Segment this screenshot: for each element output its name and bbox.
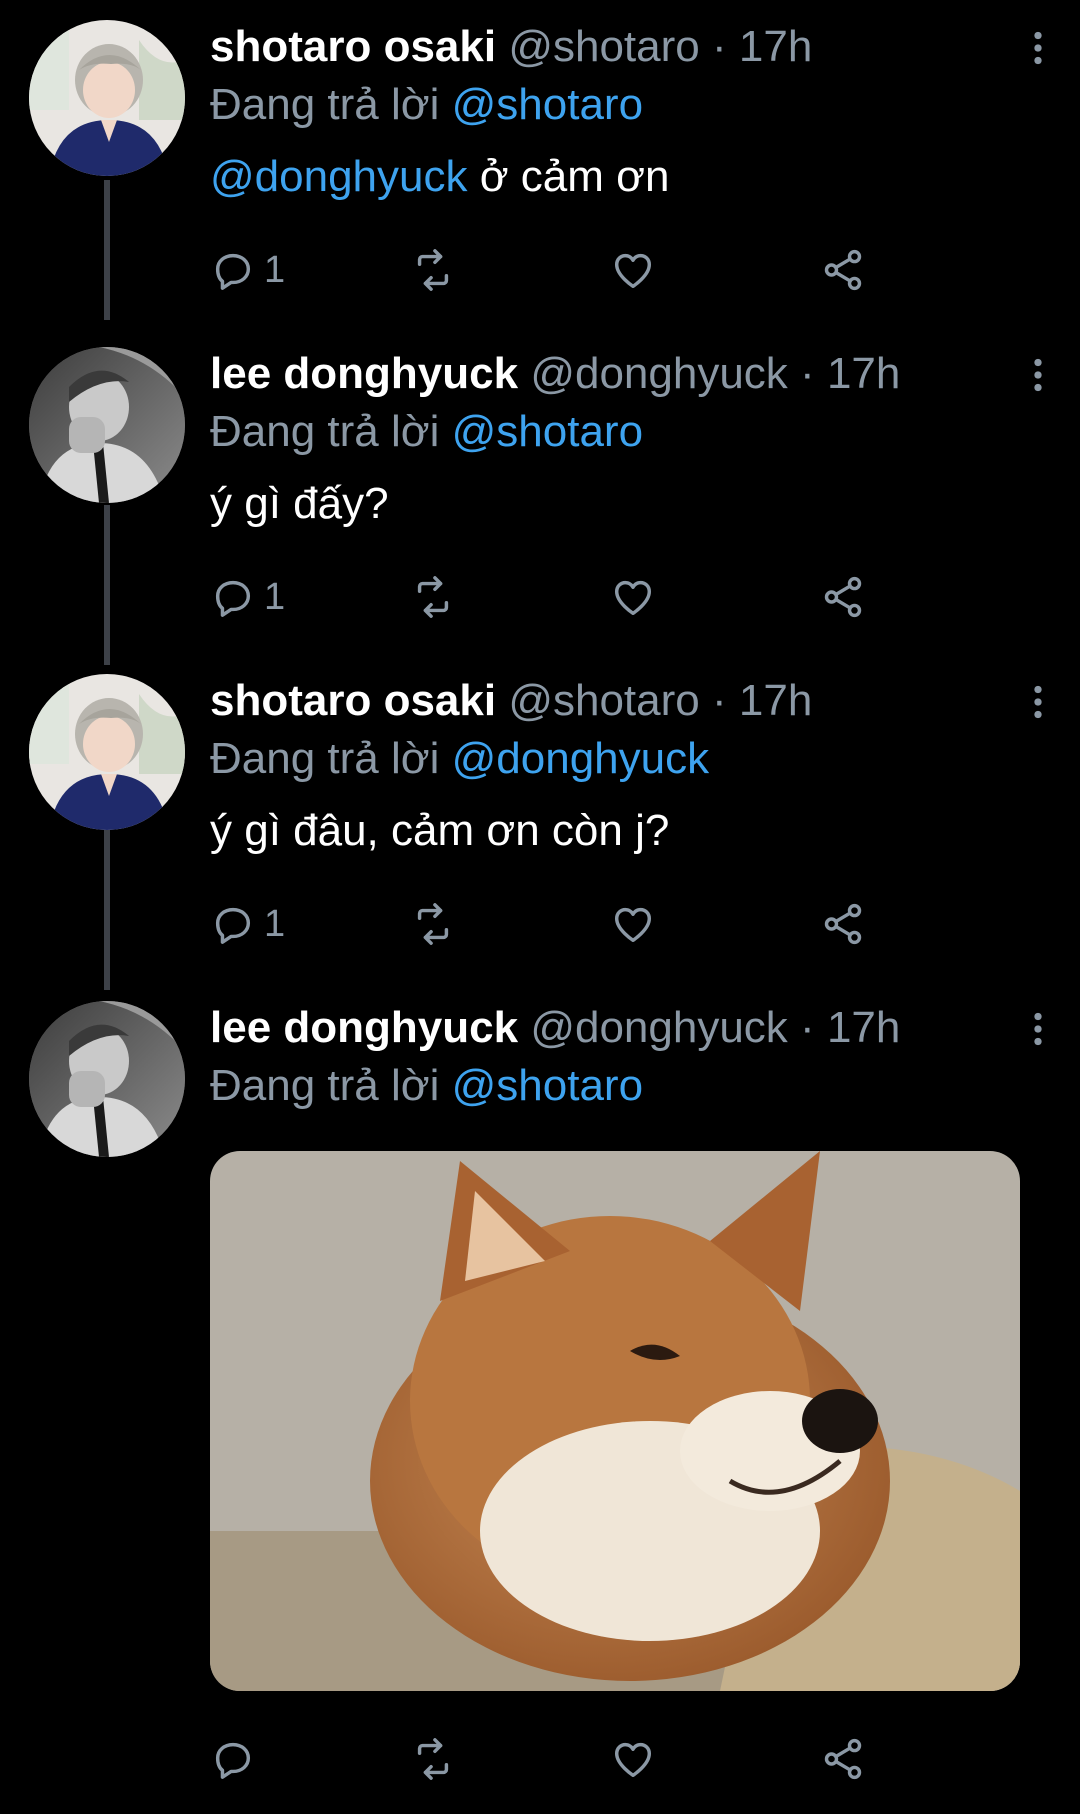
avatar[interactable] — [29, 674, 185, 830]
replying-to: Đang trả lời @shotaro — [210, 1057, 1040, 1115]
separator: · — [800, 349, 815, 398]
retweet-button[interactable] — [410, 240, 456, 300]
user-handle[interactable]: @donghyuck — [530, 349, 788, 398]
share-icon — [820, 247, 866, 293]
text-mention[interactable]: @donghyuck — [210, 152, 468, 201]
tweet-actions — [210, 1729, 910, 1789]
replying-to: Đang trả lời @donghyuck — [210, 730, 1040, 788]
retweet-button[interactable] — [410, 894, 456, 954]
retweet-icon — [410, 901, 456, 947]
reply-button[interactable]: 1 — [210, 240, 285, 300]
replying-to-label: Đang trả lời — [210, 407, 440, 456]
avatar[interactable] — [29, 20, 185, 176]
more-vertical-icon[interactable] — [1018, 682, 1058, 722]
user-handle[interactable]: @shotaro — [508, 22, 699, 71]
more-vertical-icon[interactable] — [1018, 1009, 1058, 1049]
retweet-icon — [410, 1736, 456, 1782]
retweet-button[interactable] — [410, 567, 456, 627]
share-icon — [820, 574, 866, 620]
separator: · — [712, 676, 727, 725]
separator: · — [800, 1003, 815, 1052]
timestamp[interactable]: 17h — [827, 349, 900, 398]
shiba-inu-dog-photo — [210, 1151, 1020, 1691]
tweet-header: shotaro osaki @shotaro · 17h — [210, 672, 1040, 730]
reply-icon — [210, 1736, 256, 1782]
tweet-actions: 1 — [210, 240, 910, 300]
tweet[interactable]: lee donghyuck @donghyuck · 17h Đang trả … — [0, 327, 1080, 653]
retweet-icon — [410, 574, 456, 620]
more-vertical-icon[interactable] — [1018, 28, 1058, 68]
like-button[interactable] — [610, 240, 656, 300]
share-button[interactable] — [820, 240, 866, 300]
like-button[interactable] — [610, 1729, 656, 1789]
reply-count: 1 — [264, 575, 286, 618]
reply-count: 1 — [264, 248, 286, 291]
timestamp[interactable]: 17h — [827, 1003, 900, 1052]
user-handle[interactable]: @donghyuck — [530, 1003, 788, 1052]
replying-to-mention[interactable]: @donghyuck — [452, 734, 710, 783]
reply-button[interactable] — [210, 1729, 256, 1789]
share-button[interactable] — [820, 894, 866, 954]
replying-to-mention[interactable]: @shotaro — [452, 80, 643, 129]
reply-button[interactable]: 1 — [210, 894, 285, 954]
reply-icon — [210, 247, 256, 293]
like-icon — [610, 901, 656, 947]
tweet-actions: 1 — [210, 567, 910, 627]
user-handle[interactable]: @shotaro — [508, 676, 699, 725]
tweet-text: ý gì đấy? — [210, 479, 389, 528]
tweet-text: @donghyuck ở cảm ơn — [210, 148, 1040, 206]
avatar[interactable] — [29, 1001, 185, 1157]
like-button[interactable] — [610, 567, 656, 627]
timestamp[interactable]: 17h — [739, 676, 812, 725]
display-name[interactable]: shotaro osaki — [210, 22, 496, 71]
share-button[interactable] — [820, 1729, 866, 1789]
like-icon — [610, 247, 656, 293]
retweet-button[interactable] — [410, 1729, 456, 1789]
tweet[interactable]: shotaro osaki @shotaro · 17h Đang trả lờ… — [0, 654, 1080, 980]
replying-to: Đang trả lời @shotaro — [210, 403, 1040, 461]
media-image[interactable] — [210, 1151, 1020, 1691]
separator: · — [712, 22, 727, 71]
replying-to-label: Đang trả lời — [210, 1061, 440, 1110]
share-icon — [820, 901, 866, 947]
more-vertical-icon[interactable] — [1018, 355, 1058, 395]
like-icon — [610, 574, 656, 620]
replying-to-mention[interactable]: @shotaro — [452, 407, 643, 456]
timestamp[interactable]: 17h — [739, 22, 812, 71]
display-name[interactable]: lee donghyuck — [210, 1003, 518, 1052]
like-icon — [610, 1736, 656, 1782]
reply-count: 1 — [264, 902, 286, 945]
retweet-icon — [410, 247, 456, 293]
replying-to-label: Đang trả lời — [210, 80, 440, 129]
reply-icon — [210, 574, 256, 620]
tweet-text: ý gì đâu, cảm ơn còn j? — [210, 806, 670, 855]
share-button[interactable] — [820, 567, 866, 627]
reply-icon — [210, 901, 256, 947]
tweet-actions: 1 — [210, 894, 910, 954]
reply-button[interactable]: 1 — [210, 567, 285, 627]
like-button[interactable] — [610, 894, 656, 954]
share-icon — [820, 1736, 866, 1782]
tweet-text-content: ở cảm ơn — [467, 152, 670, 201]
replying-to-mention[interactable]: @shotaro — [452, 1061, 643, 1110]
tweet-header: lee donghyuck @donghyuck · 17h — [210, 345, 1040, 403]
replying-to-label: Đang trả lời — [210, 734, 440, 783]
display-name[interactable]: lee donghyuck — [210, 349, 518, 398]
avatar[interactable] — [29, 347, 185, 503]
tweet[interactable]: lee donghyuck @donghyuck · 17h Đang trả … — [0, 981, 1080, 1814]
replying-to: Đang trả lời @shotaro — [210, 76, 1040, 134]
tweet[interactable]: shotaro osaki @shotaro · 17h Đang trả lờ… — [0, 0, 1080, 326]
tweet-header: lee donghyuck @donghyuck · 17h — [210, 999, 1040, 1057]
display-name[interactable]: shotaro osaki — [210, 676, 496, 725]
tweet-header: shotaro osaki @shotaro · 17h — [210, 18, 1040, 76]
